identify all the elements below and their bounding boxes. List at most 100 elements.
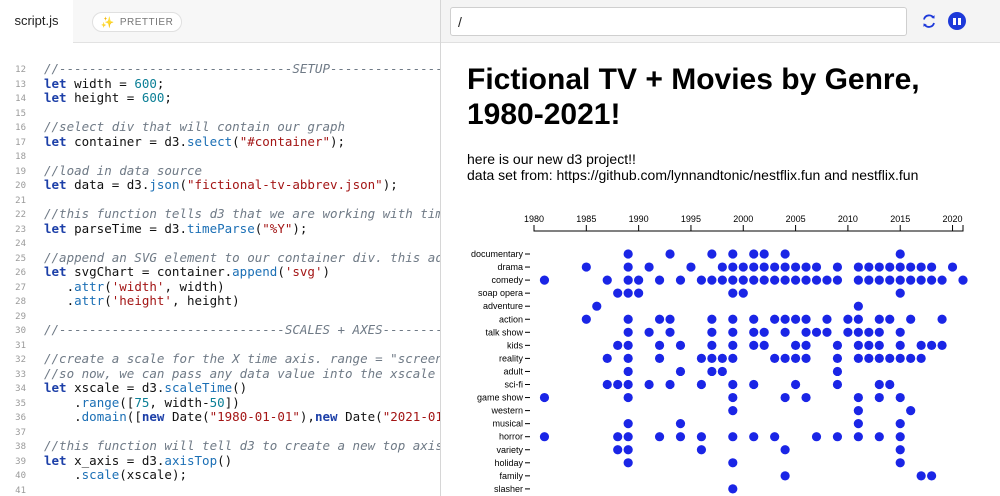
data-point — [728, 314, 738, 324]
data-point — [790, 314, 801, 324]
prettier-button[interactable]: ✨ PRETTIER — [92, 12, 182, 32]
line-number: 41 — [15, 485, 26, 496]
code-line[interactable]: 24 — [0, 236, 440, 251]
data-point — [832, 275, 843, 285]
code-text: .attr('height', height) — [44, 293, 240, 308]
refresh-button[interactable] — [919, 11, 939, 31]
data-point — [916, 275, 926, 285]
data-point — [790, 353, 801, 363]
code-line[interactable]: 22 //this function tells d3 that we are w… — [0, 206, 440, 222]
code-line[interactable]: 29 — [0, 309, 440, 324]
code-line[interactable]: 18 — [0, 149, 440, 164]
code-line[interactable]: 19 //load in data source — [0, 163, 440, 179]
y-category-label: horror — [499, 432, 523, 442]
data-point — [613, 288, 623, 298]
y-category-label: adventure — [483, 301, 523, 311]
code-line[interactable]: 40 .scale(xscale); — [0, 467, 440, 483]
code-line[interactable]: 26 let svgChart = container.append('svg') — [0, 264, 440, 280]
code-text: .range([75, width-50]) — [44, 394, 240, 410]
line-number: 32 — [15, 355, 26, 365]
code-line[interactable]: 38 //this function will tell d3 to create… — [0, 438, 440, 454]
data-point — [623, 249, 633, 259]
data-point — [927, 262, 937, 272]
code-line[interactable]: 13 let width = 600; — [0, 76, 440, 92]
code-line[interactable]: 21 — [0, 193, 440, 208]
data-point — [634, 275, 644, 285]
code-line[interactable]: 20 let data = d3.json("fictional-tv-abbre… — [0, 177, 440, 193]
data-point — [613, 432, 623, 442]
code-line[interactable]: 23 let parseTime = d3.timeParse("%Y"); — [0, 221, 440, 237]
y-category-label: documentary — [471, 249, 524, 259]
data-point — [801, 353, 811, 363]
data-point — [843, 314, 853, 324]
data-point — [675, 340, 686, 350]
data-point — [885, 275, 895, 285]
code-line[interactable]: 35 .range([75, width-50]) — [0, 394, 440, 411]
code-text: let x_axis = d3.axisTop() — [44, 452, 233, 468]
pause-button[interactable] — [948, 12, 966, 30]
data-point — [906, 262, 916, 272]
y-category-label: action — [499, 314, 523, 324]
file-tab-script-js[interactable]: script.js — [0, 0, 73, 43]
data-point — [654, 275, 665, 285]
data-point — [874, 353, 884, 363]
data-point — [853, 392, 863, 403]
line-number: 12 — [15, 65, 26, 75]
data-point — [811, 432, 822, 442]
code-editor-pane: 12 //-------------------------------SETUP… — [0, 0, 441, 496]
y-category-label: soap opera — [478, 288, 523, 298]
data-point — [853, 262, 863, 272]
data-point — [832, 379, 843, 390]
code-line[interactable]: 28 .attr('height', height) — [0, 293, 440, 309]
data-point — [644, 262, 654, 272]
code-line[interactable]: 32 //create a scale for the X time axis. … — [0, 351, 440, 367]
y-category-label: kids — [507, 340, 524, 350]
data-point — [790, 262, 801, 272]
code-line[interactable]: 17 let container = d3.select("#container"… — [0, 134, 440, 150]
line-number: 20 — [15, 181, 26, 191]
code-line[interactable]: 36 .domain([new Date("1980-01-01"),new D… — [0, 409, 440, 425]
line-number: 25 — [15, 253, 26, 264]
code-line[interactable]: 41 — [0, 483, 440, 496]
code-line[interactable]: 12 //-------------------------------SETUP… — [0, 61, 440, 77]
y-category-label: musical — [492, 419, 523, 429]
code-line[interactable]: 14 let height = 600; — [0, 90, 440, 106]
data-point — [749, 327, 759, 337]
data-point — [811, 327, 822, 337]
data-point — [780, 327, 790, 337]
data-point — [780, 353, 790, 363]
data-point — [696, 379, 707, 390]
data-point — [749, 432, 759, 442]
code-line[interactable]: 27 .attr('width', width) — [0, 279, 440, 295]
code-line[interactable]: 15 — [0, 106, 440, 121]
data-point — [811, 275, 822, 285]
data-point — [885, 353, 895, 363]
data-point — [696, 275, 707, 285]
data-point — [770, 432, 780, 442]
code-line[interactable]: 34 let xscale = d3.scaleTime() — [0, 380, 440, 396]
data-point — [853, 275, 863, 285]
x-tick-label: 1995 — [681, 214, 701, 224]
data-point — [906, 406, 916, 416]
data-point — [906, 353, 916, 363]
url-input[interactable] — [450, 7, 907, 36]
data-point — [832, 340, 843, 350]
data-point — [759, 340, 769, 350]
line-number: 14 — [15, 94, 26, 104]
code-line[interactable]: 31 — [0, 338, 440, 353]
code-editor[interactable]: 12 //-------------------------------SETUP… — [0, 36, 440, 496]
code-line[interactable]: 39 let x_axis = d3.axisTop() — [0, 452, 440, 469]
data-point — [801, 314, 811, 324]
data-point — [895, 288, 905, 298]
code-line[interactable]: 30 //------------------------------SCALES… — [0, 322, 440, 338]
code-line[interactable]: 37 — [0, 425, 440, 440]
code-line[interactable]: 33 //so now, we can pass any data value i… — [0, 366, 440, 382]
x-tick-label: 2000 — [733, 214, 753, 224]
y-category-label: comedy — [491, 275, 523, 285]
data-point — [623, 314, 633, 324]
data-point — [717, 262, 727, 272]
data-point — [539, 275, 550, 285]
data-point — [623, 340, 633, 350]
code-line[interactable]: 25 //append an SVG element to our contain… — [0, 250, 440, 266]
code-line[interactable]: 16 //select div that will contain our gra… — [0, 119, 440, 135]
